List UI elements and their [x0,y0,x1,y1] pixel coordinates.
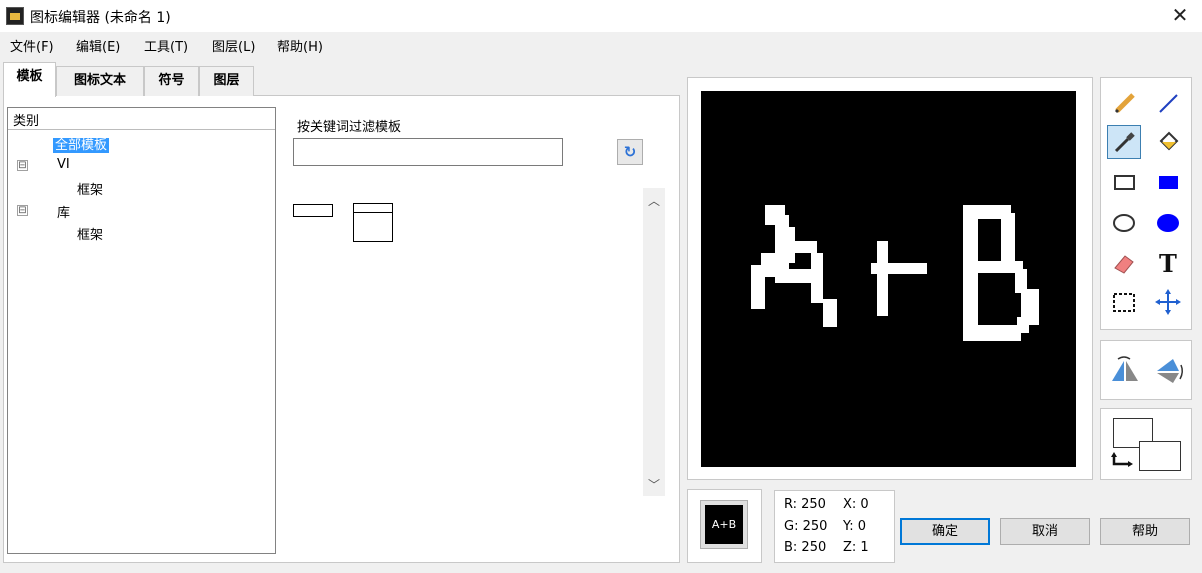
tree-item-vi-frame[interactable]: 框架 [77,179,103,198]
filter-label: 按关键词过滤模板 [297,120,402,135]
text-icon[interactable]: T [1151,245,1185,279]
tree-item-library[interactable]: 库 [57,202,70,221]
refresh-icon: ↻ [623,143,637,161]
flip-panel [1100,340,1192,400]
eyedropper-icon[interactable] [1107,125,1141,159]
scroll-up-icon[interactable]: ︿ [643,190,665,212]
app-icon [6,7,24,25]
title-bar: 图标编辑器 (未命名 1) ✕ [0,0,1202,32]
selection-icon[interactable] [1107,285,1141,319]
tab-symbols[interactable]: 符号 [144,66,199,96]
tab-icon-text[interactable]: 图标文本 [56,66,144,96]
icon-drawing [751,205,1039,341]
tab-templates[interactable]: 模板 [3,62,56,97]
icon-canvas[interactable] [701,91,1076,467]
color-swatches-panel [1100,408,1192,480]
menu-edit[interactable]: 编辑(E) [76,36,120,55]
green-value: G: 250 [784,519,828,534]
menu-tools[interactable]: 工具(T) [144,36,188,55]
ellipse-icon[interactable] [1107,205,1141,239]
refresh-button[interactable]: ↻ [617,139,643,165]
category-tree[interactable]: 类别 全部模板 ⊟ VI 框架 ⊟ 库 框架 [7,107,276,554]
icon-preview-text: A+B [705,505,743,544]
svg-text:T: T [1159,249,1177,278]
flip-vertical-icon[interactable] [1151,353,1185,387]
tools-panel: T [1100,77,1192,330]
filled-ellipse-icon[interactable] [1151,205,1185,239]
tree-item-library-frame[interactable]: 框架 [77,224,103,243]
menu-help[interactable]: 帮助(H) [277,36,323,55]
filled-rectangle-icon[interactable] [1151,165,1185,199]
blue-value: B: 250 [784,540,827,555]
background-color-swatch[interactable] [1139,441,1181,471]
tab-layers[interactable]: 图层 [199,66,254,96]
icon-preview: A+B [700,500,748,549]
window-title: 图标编辑器 (未命名 1) [30,10,171,26]
help-button[interactable]: 帮助 [1100,518,1190,545]
line-icon[interactable] [1151,85,1185,119]
scroll-down-icon[interactable]: ﹀ [643,474,665,496]
collapse-icon[interactable]: ⊟ [17,205,28,216]
collapse-icon[interactable]: ⊟ [17,160,28,171]
filter-input[interactable] [293,138,563,166]
template-thumbnail[interactable] [353,203,393,242]
pencil-icon[interactable] [1107,85,1141,119]
ok-button[interactable]: 确定 [900,518,990,545]
rectangle-icon[interactable] [1107,165,1141,199]
y-coordinate: Y: 0 [843,519,866,534]
eraser-icon[interactable] [1107,245,1141,279]
flip-horizontal-icon[interactable] [1107,353,1141,387]
menu-bar: 文件(F) 编辑(E) 工具(T) 图层(L) 帮助(H) [0,32,1202,58]
tree-item-label: 全部模板 [53,138,110,153]
fill-bucket-icon[interactable] [1151,125,1185,159]
move-icon[interactable] [1151,285,1185,319]
scrollbar[interactable]: ︿ ﹀ [643,188,665,496]
swap-colors-icon[interactable] [1111,451,1135,473]
menu-file[interactable]: 文件(F) [10,36,54,55]
x-coordinate: X: 0 [843,497,869,512]
tree-header: 类别 [8,108,275,130]
close-button[interactable]: ✕ [1166,4,1194,28]
menu-layers[interactable]: 图层(L) [212,36,255,55]
template-list [285,188,665,496]
red-value: R: 250 [784,497,826,512]
tree-item-all-templates[interactable]: 全部模板 [53,134,110,153]
color-info-panel: R: 250 X: 0 G: 250 Y: 0 B: 250 Z: 1 [774,490,895,563]
z-coordinate: Z: 1 [843,540,869,555]
tree-item-vi[interactable]: VI [57,157,70,172]
template-thumbnail[interactable] [293,204,333,217]
cancel-button[interactable]: 取消 [1000,518,1090,545]
